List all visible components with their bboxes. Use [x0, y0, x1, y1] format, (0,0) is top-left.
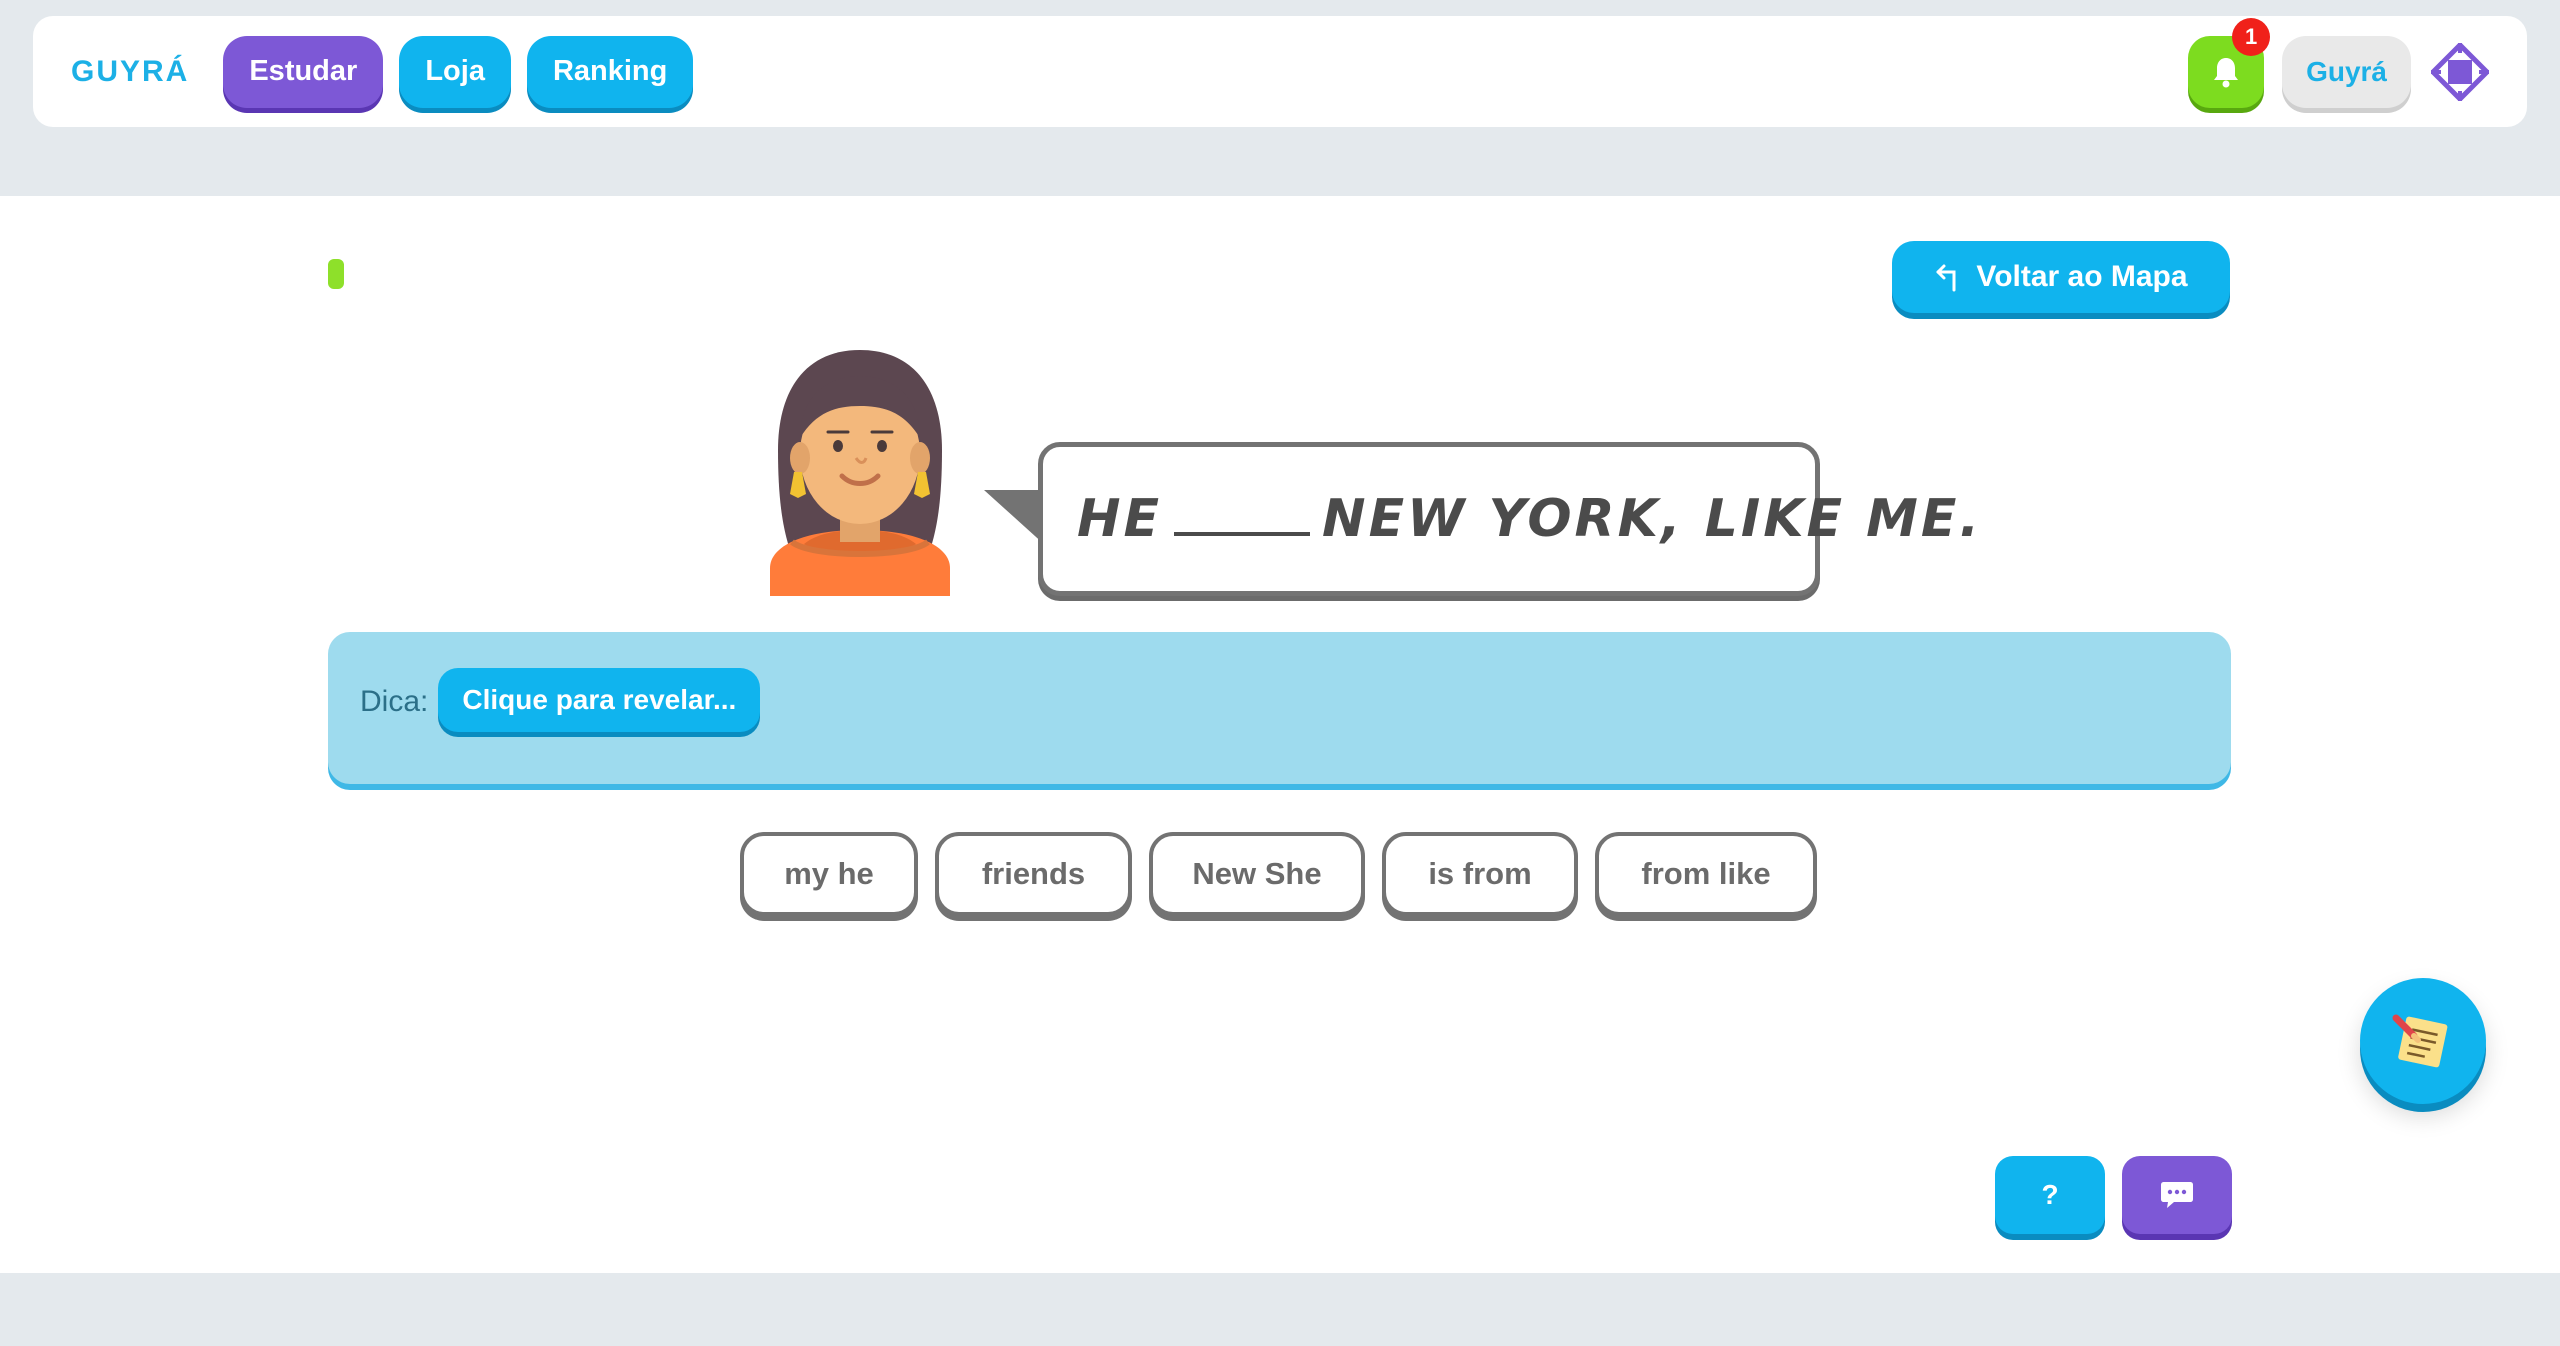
nav-estudar-button[interactable]: Estudar — [223, 35, 384, 108]
option-button[interactable]: my he — [740, 832, 918, 916]
reveal-hint-button[interactable]: Clique para revelar... — [438, 668, 761, 732]
notes-icon — [2392, 1014, 2448, 1068]
help-button[interactable]: ? — [1995, 1156, 2105, 1234]
answer-options: my he friends New She is from from like — [740, 832, 1817, 916]
guyra-emblem-icon[interactable] — [2431, 42, 2489, 101]
back-to-map-button[interactable]: Voltar ao Mapa — [1892, 241, 2230, 313]
lesson-area: Voltar ao Mapa He New York, like me. Dica… — [0, 196, 2560, 1273]
sentence-part-after: New York, like me. — [1322, 489, 1983, 549]
hint-panel: Dica: Clique para revelar... — [328, 632, 2231, 784]
bell-icon — [2214, 57, 2239, 87]
option-button[interactable]: friends — [935, 832, 1132, 916]
option-button[interactable]: is from — [1382, 832, 1578, 916]
speech-bubble-tail — [984, 490, 1046, 546]
notifications-button[interactable]: 1 — [2188, 17, 2271, 108]
notification-badge: 1 — [2232, 17, 2271, 56]
sentence-part-before: He — [1077, 489, 1163, 549]
hint-label: Dica: — [360, 685, 429, 718]
return-arrow-icon — [1936, 264, 1956, 292]
sentence-text: He New York, like me. — [1077, 489, 1982, 549]
back-to-map-label: Voltar ao Mapa — [1976, 260, 2188, 293]
option-button[interactable]: New She — [1149, 832, 1365, 916]
nav-ranking-button[interactable]: Ranking — [526, 35, 694, 108]
top-navbar: GUYRÁ Estudar Loja Ranking 1 Guyrá — [33, 16, 2527, 127]
chat-icon — [2161, 1182, 2193, 1208]
user-profile-button[interactable]: Guyrá — [2282, 35, 2411, 108]
notes-fab-button[interactable] — [2360, 978, 2486, 1104]
app-logo[interactable]: GUYRÁ — [71, 55, 189, 89]
speaker-avatar — [770, 350, 950, 596]
sentence-blank — [1174, 492, 1311, 536]
option-button[interactable]: from like — [1595, 832, 1817, 916]
progress-bar — [328, 259, 344, 289]
speech-bubble: He New York, like me. — [1038, 442, 1979, 596]
chat-button[interactable] — [2122, 1156, 2232, 1234]
nav-loja-button[interactable]: Loja — [399, 35, 511, 108]
